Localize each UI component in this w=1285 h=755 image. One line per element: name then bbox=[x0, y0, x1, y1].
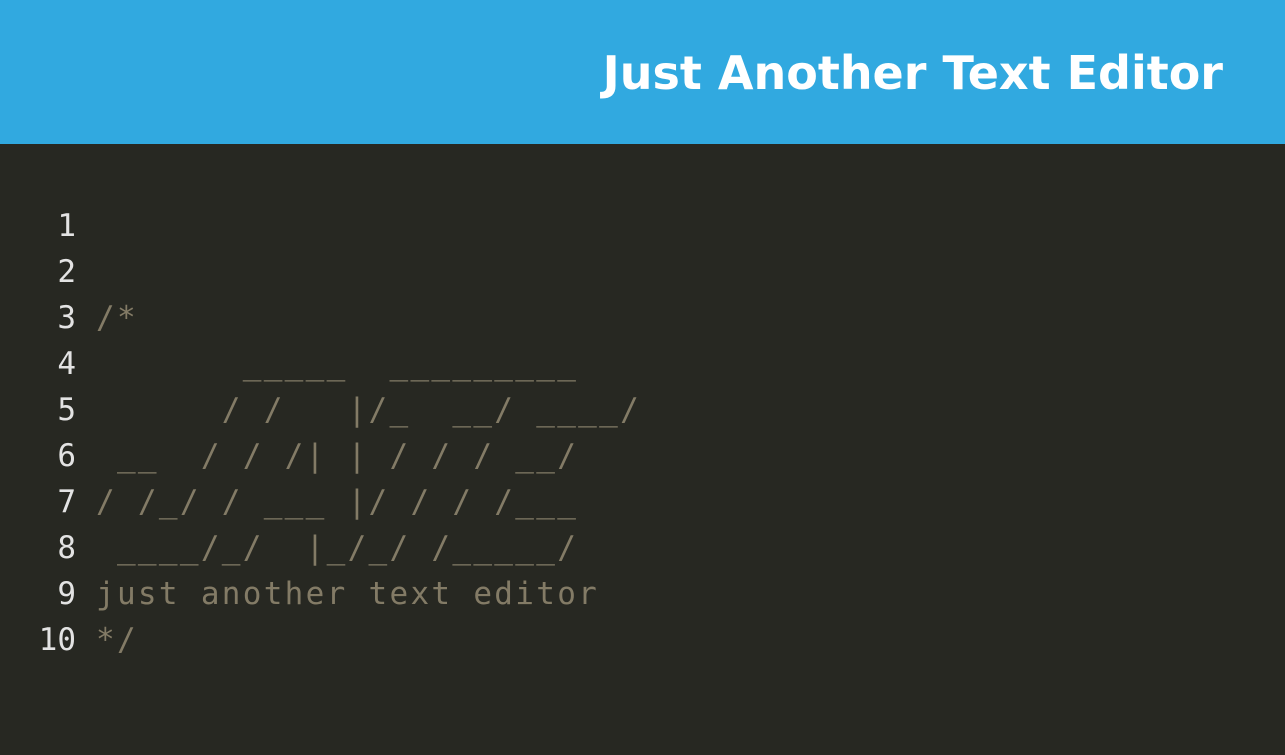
line-text[interactable]: */ bbox=[96, 617, 138, 663]
editor-line[interactable]: 5 __ / / /| | / / / __/ bbox=[0, 341, 1285, 474]
editor-line[interactable]: 1 bbox=[0, 157, 1285, 244]
code-editor[interactable]: 1 2 /* 3 _____ _________ 4 / / |/_ __/ _… bbox=[0, 144, 1285, 674]
app-header: Just Another Text Editor bbox=[0, 0, 1285, 144]
editor-line[interactable]: 2 /* bbox=[0, 203, 1285, 336]
editor-line[interactable]: 4 / / |/_ __/ ____/ bbox=[0, 295, 1285, 428]
editor-line[interactable]: 7 ____/_/ |_/_/ /_____/ bbox=[0, 433, 1285, 566]
editor-line[interactable]: 10 bbox=[0, 571, 1285, 658]
line-number: 10 bbox=[38, 622, 76, 658]
editor-line[interactable]: 6 / /_/ / ___ |/ / / /___ bbox=[0, 387, 1285, 520]
editor-line[interactable]: 8 just another text editor bbox=[0, 479, 1285, 612]
app-title: Just Another Text Editor bbox=[602, 46, 1223, 100]
editor-line[interactable]: 9 */ bbox=[0, 525, 1285, 658]
editor-line[interactable]: 3 _____ _________ bbox=[0, 249, 1285, 382]
